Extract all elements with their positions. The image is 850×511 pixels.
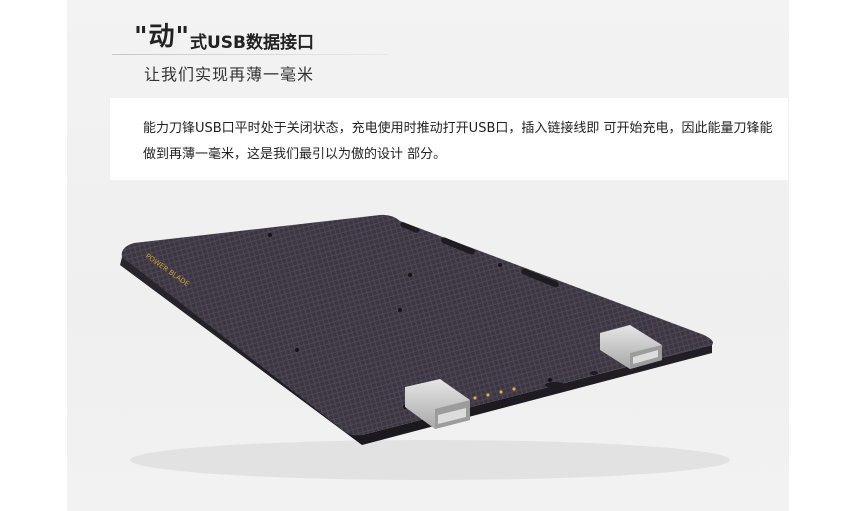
description-panel: 能力刀锋USB口平时处于关闭状态，充电使用时推动打开USB口，插入链接线即 可开… (110, 98, 788, 180)
power-button-slot (545, 382, 565, 388)
contact-pin (473, 396, 477, 400)
screw-hole (295, 348, 299, 352)
device-shadow (130, 440, 730, 480)
contact-pin (512, 387, 516, 391)
screw-hole (398, 308, 402, 312)
power-bank-image: POWER BLADE (120, 214, 730, 480)
heading-quoted-word: "动" (134, 22, 191, 52)
contact-pin (486, 393, 490, 397)
screw-hole (408, 273, 412, 277)
heading-divider (112, 54, 388, 55)
feature-heading: "动" 式USB数据接口 让我们实现再薄一毫米 (112, 10, 392, 100)
description-line: 做到再薄一毫米，这是我们最引以为傲的设计 部分。 (143, 147, 447, 162)
screw-hole (498, 263, 502, 267)
heading-subtitle: 让我们实现再薄一毫米 (144, 65, 315, 84)
description-line: 能力刀锋USB口平时处于关闭状态，充电使用时推动打开USB口，插入链接线即 可开… (143, 121, 773, 136)
description-text: 能力刀锋USB口平时处于关闭状态，充电使用时推动打开USB口，插入链接线即 可开… (143, 116, 823, 168)
contact-pin (499, 390, 503, 394)
indicator-light (590, 371, 598, 375)
heading-title: 式USB数据接口 (190, 33, 315, 53)
screw-hole (548, 378, 552, 382)
screw-hole (268, 233, 272, 237)
